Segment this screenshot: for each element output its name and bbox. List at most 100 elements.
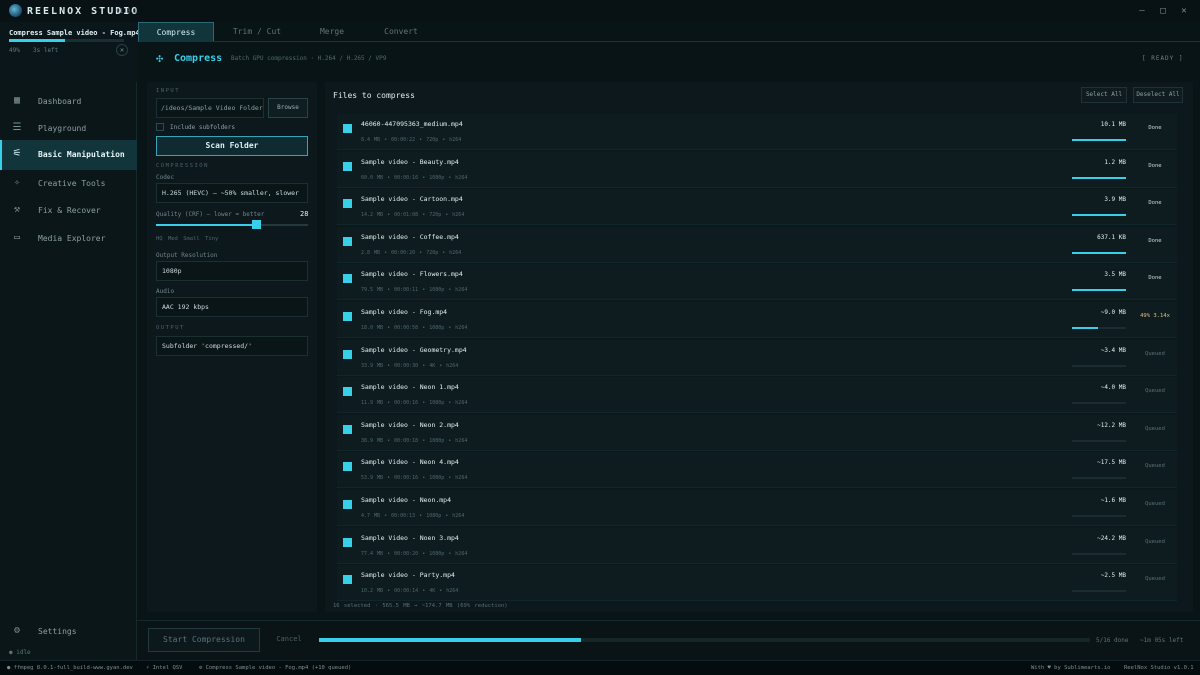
audio-select[interactable]: AAC 192 kbps xyxy=(156,297,308,317)
minimize-button[interactable]: — xyxy=(1136,5,1148,17)
deselect-all-button[interactable]: Deselect All xyxy=(1133,87,1183,103)
preset-med[interactable]: Med xyxy=(168,236,178,242)
file-row[interactable] xyxy=(337,227,1177,263)
sliders-icon: ☰ xyxy=(12,122,22,133)
file-output-size: ~3.4 MB xyxy=(1100,347,1126,354)
ffmpeg-status: ● ffmpeg 8.0.1-full_build-www.gyan.dev xyxy=(7,665,133,671)
gear-icon: ⚙ xyxy=(13,625,21,636)
app-logo-icon xyxy=(9,4,22,17)
file-name: Sample video - Geometry.mp4 xyxy=(361,346,467,354)
file-row[interactable] xyxy=(337,490,1177,526)
tab-trim-cut[interactable]: Trim / Cut xyxy=(219,22,295,41)
file-meta: 79.5 MB • 00:00:11 • 1080p • h264 xyxy=(361,287,468,293)
file-row[interactable] xyxy=(337,302,1177,338)
file-checkbox[interactable] xyxy=(343,350,352,359)
tab-convert[interactable]: Convert xyxy=(363,22,439,41)
files-title: Files to compress xyxy=(333,91,415,100)
file-status: Done xyxy=(1148,275,1162,281)
file-checkbox[interactable] xyxy=(343,312,352,321)
file-name: Sample video - Fog.mp4 xyxy=(361,308,448,316)
tab-compress[interactable]: Compress xyxy=(138,22,214,41)
select-all-button[interactable]: Select All xyxy=(1081,87,1127,103)
wrench-icon: ⚒ xyxy=(13,204,21,215)
file-checkbox[interactable] xyxy=(343,162,352,171)
file-output-size: ~24.2 MB xyxy=(1097,535,1126,542)
file-checkbox[interactable] xyxy=(343,199,352,208)
file-meta: 14.2 MB • 00:01:08 • 720p • h264 xyxy=(361,212,465,218)
page-title: Compress xyxy=(174,53,223,64)
preset-small[interactable]: Small xyxy=(183,236,200,242)
app-version: v1.0.1 xyxy=(116,8,138,15)
file-row[interactable] xyxy=(337,264,1177,300)
file-status: Queued xyxy=(1145,351,1165,357)
quality-value: 28 xyxy=(300,210,309,218)
output-section-label: OUTPUT xyxy=(156,325,185,331)
file-meta: 2.8 MB • 00:00:20 • 720p • h264 xyxy=(361,250,462,256)
current-job-percent: 49% xyxy=(9,47,20,54)
include-subfolders-label: Include subfolders xyxy=(170,124,236,131)
file-row[interactable] xyxy=(337,377,1177,413)
file-row[interactable] xyxy=(337,114,1177,150)
output-select[interactable]: Subfolder 'compressed/' xyxy=(156,336,308,356)
maximize-button[interactable]: □ xyxy=(1157,5,1169,17)
file-progress-track xyxy=(1072,402,1126,404)
file-checkbox[interactable] xyxy=(343,538,352,547)
file-status: Queued xyxy=(1145,463,1165,469)
total-done-count: 5/16 done xyxy=(1096,637,1129,644)
include-subfolders-checkbox[interactable] xyxy=(156,123,164,131)
file-status: Queued xyxy=(1145,388,1165,394)
files-summary: 16 selected · 565.5 MB → ~174.7 MB (69% … xyxy=(333,603,508,609)
file-status: Done xyxy=(1148,200,1162,206)
file-name: Sample video - Neon.mp4 xyxy=(361,496,452,504)
cancel-job-button[interactable]: ✕ xyxy=(116,44,128,56)
file-checkbox[interactable] xyxy=(343,575,352,584)
current-job-progress-fill xyxy=(9,39,65,42)
file-checkbox[interactable] xyxy=(343,462,352,471)
scan-folder-button[interactable]: Scan Folder xyxy=(156,136,308,156)
file-status: Queued xyxy=(1145,539,1165,545)
resolution-select[interactable]: 1080p xyxy=(156,261,308,281)
file-checkbox[interactable] xyxy=(343,124,352,133)
quality-slider-thumb[interactable] xyxy=(252,220,261,229)
tab-merge[interactable]: Merge xyxy=(294,22,370,41)
close-window-button[interactable]: ✕ xyxy=(1178,5,1190,17)
file-checkbox[interactable] xyxy=(343,274,352,283)
file-progress-track xyxy=(1072,365,1126,367)
file-checkbox[interactable] xyxy=(343,237,352,246)
sparkle-icon: ✧ xyxy=(13,177,21,188)
file-status: Done xyxy=(1148,238,1162,244)
version-text: ReelNox Studio v1.0.1 xyxy=(1124,665,1194,671)
file-status: Queued xyxy=(1145,501,1165,507)
browse-button[interactable]: Browse xyxy=(268,98,308,118)
quality-slider-fill xyxy=(156,224,256,226)
preset-tiny[interactable]: Tiny xyxy=(205,236,218,242)
file-row[interactable] xyxy=(337,565,1177,601)
file-checkbox[interactable] xyxy=(343,500,352,509)
file-name: Sample video - Beauty.mp4 xyxy=(361,158,459,166)
sidebar-item-label: Media Explorer xyxy=(38,234,106,243)
file-progress-fill xyxy=(1072,252,1126,254)
tab-divider xyxy=(137,41,1200,42)
preset-hq[interactable]: HQ xyxy=(156,236,163,242)
file-row[interactable] xyxy=(337,415,1177,451)
file-checkbox[interactable] xyxy=(343,425,352,434)
file-meta: 33.9 MB • 00:00:30 • 4K • h264 xyxy=(361,363,459,369)
file-output-size: 1.2 MB xyxy=(1104,159,1126,166)
cancel-button[interactable]: Cancel xyxy=(266,628,312,652)
file-row[interactable] xyxy=(337,152,1177,188)
file-row[interactable] xyxy=(337,452,1177,488)
start-compression-button[interactable]: Start Compression xyxy=(148,628,260,652)
file-row[interactable] xyxy=(337,528,1177,564)
file-output-size: ~4.0 MB xyxy=(1100,384,1126,391)
file-name: Sample Video - Noen 3.mp4 xyxy=(361,534,459,542)
title-bar xyxy=(0,0,1200,22)
file-row[interactable] xyxy=(337,189,1177,225)
file-name: Sample video - Party.mp4 xyxy=(361,571,455,579)
codec-select[interactable]: H.265 (HEVC) — ~50% smaller, slower xyxy=(156,183,308,203)
file-checkbox[interactable] xyxy=(343,387,352,396)
sidebar-item-settings[interactable]: Settings xyxy=(38,627,77,636)
input-folder-field[interactable]: /ideos/Sample Video Folder xyxy=(156,98,264,118)
page-subtitle: Batch GPU compression · H.264 / H.265 / … xyxy=(231,55,387,62)
file-meta: 77.4 MB • 00:00:20 • 1080p • h264 xyxy=(361,551,468,557)
file-name: Sample video - Coffee.mp4 xyxy=(361,233,459,241)
